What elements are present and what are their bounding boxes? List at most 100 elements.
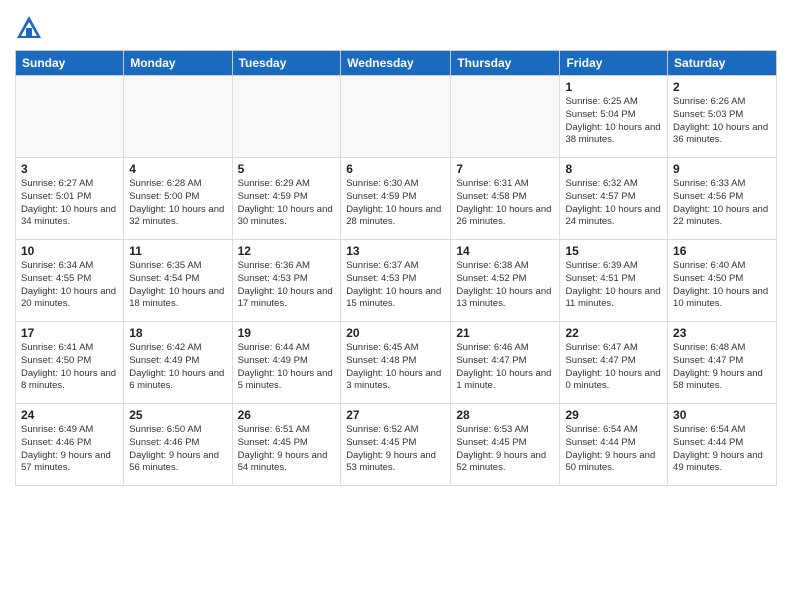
col-header-wednesday: Wednesday <box>341 51 451 76</box>
day-info: Sunrise: 6:35 AM Sunset: 4:54 PM Dayligh… <box>129 260 226 311</box>
day-number: 10 <box>21 244 118 258</box>
day-cell: 16 Sunrise: 6:40 AM Sunset: 4:50 PM Dayli… <box>668 240 777 322</box>
day-number: 19 <box>238 326 336 340</box>
col-header-friday: Friday <box>560 51 668 76</box>
day-cell: 21 Sunrise: 6:46 AM Sunset: 4:47 PM Dayli… <box>451 322 560 404</box>
day-cell: 28 Sunrise: 6:53 AM Sunset: 4:45 PM Dayli… <box>451 404 560 486</box>
day-number: 18 <box>129 326 226 340</box>
day-info: Sunrise: 6:54 AM Sunset: 4:44 PM Dayligh… <box>673 424 771 475</box>
day-cell: 18Sunrise: 6:42 AM Sunset: 4:49 PM Dayli… <box>124 322 232 404</box>
day-cell: 29 Sunrise: 6:54 AM Sunset: 4:44 PM Dayli… <box>560 404 668 486</box>
day-number: 26 <box>238 408 336 422</box>
day-number: 11 <box>129 244 226 258</box>
col-header-tuesday: Tuesday <box>232 51 341 76</box>
header <box>15 10 777 42</box>
day-number: 23 <box>673 326 771 340</box>
logo <box>15 14 47 42</box>
day-number: 9 <box>673 162 771 176</box>
day-number: 29 <box>565 408 662 422</box>
day-cell: 11 Sunrise: 6:35 AM Sunset: 4:54 PM Dayli… <box>124 240 232 322</box>
day-cell: 24Sunrise: 6:49 AM Sunset: 4:46 PM Dayli… <box>16 404 124 486</box>
day-number: 7 <box>456 162 554 176</box>
day-cell: 17Sunrise: 6:41 AM Sunset: 4:50 PM Dayli… <box>16 322 124 404</box>
day-cell <box>451 76 560 158</box>
day-cell: 12 Sunrise: 6:36 AM Sunset: 4:53 PM Dayli… <box>232 240 341 322</box>
day-number: 21 <box>456 326 554 340</box>
day-info: Sunrise: 6:52 AM Sunset: 4:45 PM Dayligh… <box>346 424 445 475</box>
day-number: 22 <box>565 326 662 340</box>
day-cell: 10 Sunrise: 6:34 AM Sunset: 4:55 PM Dayli… <box>16 240 124 322</box>
day-number: 5 <box>238 162 336 176</box>
day-number: 4 <box>129 162 226 176</box>
day-number: 25 <box>129 408 226 422</box>
week-row-3: 17Sunrise: 6:41 AM Sunset: 4:50 PM Dayli… <box>16 322 777 404</box>
day-info: Sunrise: 6:30 AM Sunset: 4:59 PM Dayligh… <box>346 178 445 229</box>
col-header-thursday: Thursday <box>451 51 560 76</box>
day-cell: 19 Sunrise: 6:44 AM Sunset: 4:49 PM Dayli… <box>232 322 341 404</box>
day-cell: 26Sunrise: 6:51 AM Sunset: 4:45 PM Dayli… <box>232 404 341 486</box>
day-cell: 3 Sunrise: 6:27 AM Sunset: 5:01 PM Daylig… <box>16 158 124 240</box>
day-cell: 30Sunrise: 6:54 AM Sunset: 4:44 PM Dayli… <box>668 404 777 486</box>
day-info: Sunrise: 6:32 AM Sunset: 4:57 PM Dayligh… <box>565 178 662 229</box>
day-cell <box>232 76 341 158</box>
day-cell: 15 Sunrise: 6:39 AM Sunset: 4:51 PM Dayli… <box>560 240 668 322</box>
day-cell: 14 Sunrise: 6:38 AM Sunset: 4:52 PM Dayli… <box>451 240 560 322</box>
day-info: Sunrise: 6:29 AM Sunset: 4:59 PM Dayligh… <box>238 178 336 229</box>
day-info: Sunrise: 6:44 AM Sunset: 4:49 PM Dayligh… <box>238 342 336 393</box>
day-cell: 7Sunrise: 6:31 AM Sunset: 4:58 PM Daylig… <box>451 158 560 240</box>
day-cell: 1 Sunrise: 6:25 AM Sunset: 5:04 PM Daylig… <box>560 76 668 158</box>
calendar-header-row: SundayMondayTuesdayWednesdayThursdayFrid… <box>16 51 777 76</box>
day-cell: 8 Sunrise: 6:32 AM Sunset: 4:57 PM Daylig… <box>560 158 668 240</box>
day-cell: 2 Sunrise: 6:26 AM Sunset: 5:03 PM Daylig… <box>668 76 777 158</box>
day-number: 1 <box>565 80 662 94</box>
calendar-table: SundayMondayTuesdayWednesdayThursdayFrid… <box>15 50 777 486</box>
day-info: Sunrise: 6:38 AM Sunset: 4:52 PM Dayligh… <box>456 260 554 311</box>
day-number: 17 <box>21 326 118 340</box>
day-cell: 22 Sunrise: 6:47 AM Sunset: 4:47 PM Dayli… <box>560 322 668 404</box>
day-info: Sunrise: 6:53 AM Sunset: 4:45 PM Dayligh… <box>456 424 554 475</box>
day-cell: 13 Sunrise: 6:37 AM Sunset: 4:53 PM Dayli… <box>341 240 451 322</box>
day-cell <box>124 76 232 158</box>
day-cell: 23Sunrise: 6:48 AM Sunset: 4:47 PM Dayli… <box>668 322 777 404</box>
col-header-saturday: Saturday <box>668 51 777 76</box>
day-number: 24 <box>21 408 118 422</box>
day-number: 14 <box>456 244 554 258</box>
day-info: Sunrise: 6:34 AM Sunset: 4:55 PM Dayligh… <box>21 260 118 311</box>
day-number: 8 <box>565 162 662 176</box>
day-cell: 27 Sunrise: 6:52 AM Sunset: 4:45 PM Dayli… <box>341 404 451 486</box>
day-number: 15 <box>565 244 662 258</box>
day-info: Sunrise: 6:45 AM Sunset: 4:48 PM Dayligh… <box>346 342 445 393</box>
day-info: Sunrise: 6:27 AM Sunset: 5:01 PM Dayligh… <box>21 178 118 229</box>
day-number: 2 <box>673 80 771 94</box>
day-info: Sunrise: 6:47 AM Sunset: 4:47 PM Dayligh… <box>565 342 662 393</box>
logo-icon <box>15 14 43 42</box>
day-info: Sunrise: 6:26 AM Sunset: 5:03 PM Dayligh… <box>673 96 771 147</box>
day-info: Sunrise: 6:36 AM Sunset: 4:53 PM Dayligh… <box>238 260 336 311</box>
day-number: 13 <box>346 244 445 258</box>
day-number: 28 <box>456 408 554 422</box>
day-info: Sunrise: 6:28 AM Sunset: 5:00 PM Dayligh… <box>129 178 226 229</box>
day-cell <box>16 76 124 158</box>
col-header-monday: Monday <box>124 51 232 76</box>
day-cell: 4 Sunrise: 6:28 AM Sunset: 5:00 PM Daylig… <box>124 158 232 240</box>
day-cell: 9Sunrise: 6:33 AM Sunset: 4:56 PM Daylig… <box>668 158 777 240</box>
day-cell: 6Sunrise: 6:30 AM Sunset: 4:59 PM Daylig… <box>341 158 451 240</box>
page: SundayMondayTuesdayWednesdayThursdayFrid… <box>0 0 792 612</box>
day-info: Sunrise: 6:46 AM Sunset: 4:47 PM Dayligh… <box>456 342 554 393</box>
day-number: 27 <box>346 408 445 422</box>
day-number: 12 <box>238 244 336 258</box>
week-row-2: 10 Sunrise: 6:34 AM Sunset: 4:55 PM Dayli… <box>16 240 777 322</box>
day-info: Sunrise: 6:37 AM Sunset: 4:53 PM Dayligh… <box>346 260 445 311</box>
day-number: 3 <box>21 162 118 176</box>
day-info: Sunrise: 6:54 AM Sunset: 4:44 PM Dayligh… <box>565 424 662 475</box>
day-info: Sunrise: 6:39 AM Sunset: 4:51 PM Dayligh… <box>565 260 662 311</box>
week-row-0: 1 Sunrise: 6:25 AM Sunset: 5:04 PM Daylig… <box>16 76 777 158</box>
day-number: 16 <box>673 244 771 258</box>
day-cell <box>341 76 451 158</box>
day-info: Sunrise: 6:40 AM Sunset: 4:50 PM Dayligh… <box>673 260 771 311</box>
week-row-1: 3 Sunrise: 6:27 AM Sunset: 5:01 PM Daylig… <box>16 158 777 240</box>
day-cell: 25Sunrise: 6:50 AM Sunset: 4:46 PM Dayli… <box>124 404 232 486</box>
week-row-4: 24Sunrise: 6:49 AM Sunset: 4:46 PM Dayli… <box>16 404 777 486</box>
day-info: Sunrise: 6:25 AM Sunset: 5:04 PM Dayligh… <box>565 96 662 147</box>
col-header-sunday: Sunday <box>16 51 124 76</box>
